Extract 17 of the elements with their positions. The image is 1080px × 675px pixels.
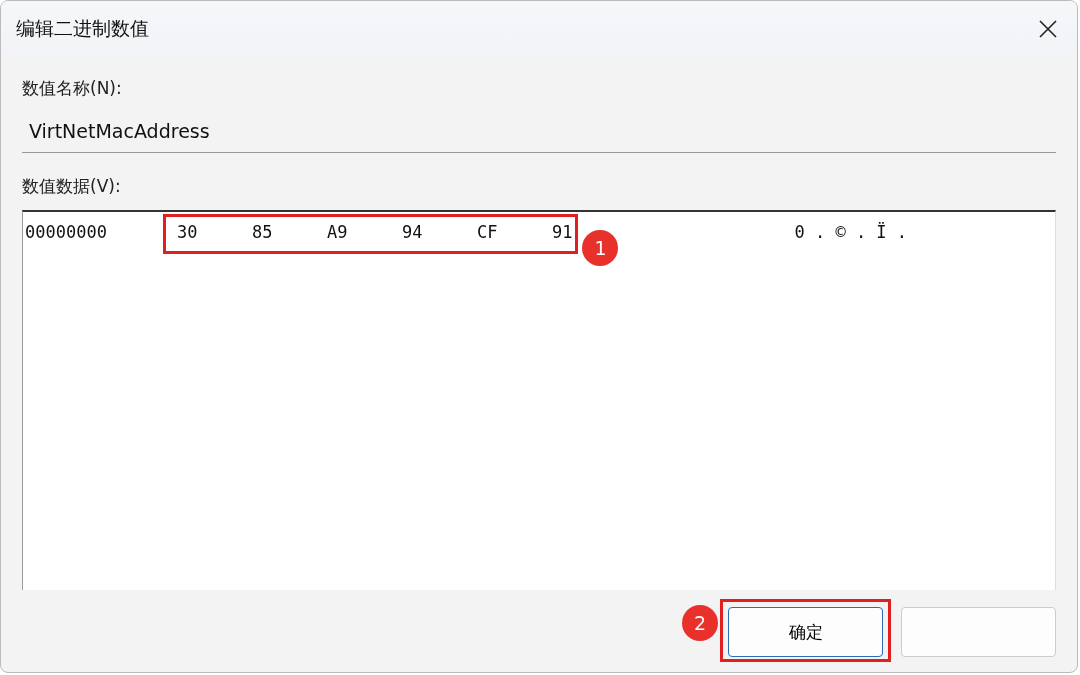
hex-byte: CF: [477, 222, 499, 242]
ok-button[interactable]: 确定: [728, 607, 883, 657]
ascii-text: 0 . © . Ï .: [794, 222, 908, 242]
hex-byte: 30: [177, 222, 199, 242]
hex-byte: A9: [327, 222, 349, 242]
field-label: 数值数据(V):: [22, 175, 122, 198]
hex-editor[interactable]: 00000000 30 85 A9 94 CF 91 1 0 . © . Ï .: [22, 210, 1056, 590]
close-icon: [1039, 20, 1057, 38]
hex-byte: 91: [552, 222, 573, 242]
step-marker: 1: [582, 230, 619, 266]
field-label: 数值名称(N):: [22, 77, 123, 100]
name-field[interactable]: VirtNetMacAddress: [22, 112, 1056, 153]
hex-byte: 94: [402, 222, 424, 242]
window-title: 编辑二进制数值: [16, 16, 149, 41]
offset-text: 00000000: [25, 222, 108, 242]
hex-byte: 85: [252, 222, 274, 242]
step-marker: 2: [682, 605, 718, 641]
